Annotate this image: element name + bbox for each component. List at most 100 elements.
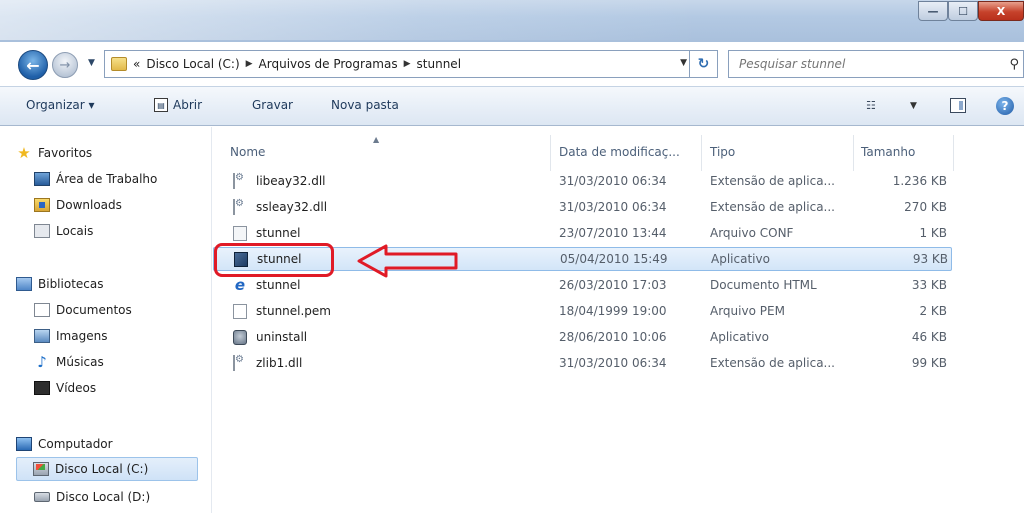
file-row[interactable]: zlib1.dll 31/03/2010 06:34 Extensão de a… xyxy=(213,352,952,376)
uninstall-icon xyxy=(233,330,247,345)
file-date: 26/03/2010 17:03 xyxy=(559,278,667,292)
file-type: Extensão de aplica... xyxy=(710,200,835,214)
conf-file-icon xyxy=(233,226,247,241)
sidebar-item-label: Músicas xyxy=(56,355,104,369)
help-icon[interactable]: ? xyxy=(996,97,1014,115)
sidebar-item-label: Favoritos xyxy=(38,146,93,160)
pictures-icon xyxy=(34,329,50,343)
file-row[interactable]: e stunnel 26/03/2010 17:03 Documento HTM… xyxy=(213,274,952,298)
downloads-folder-icon xyxy=(34,198,50,212)
sidebar-item-area-de-trabalho[interactable]: Área de Trabalho xyxy=(34,167,157,191)
libraries-icon xyxy=(16,277,32,291)
title-bar-glass xyxy=(0,0,700,40)
breadcrumb-stunnel[interactable]: stunnel xyxy=(417,57,462,71)
column-divider[interactable] xyxy=(853,135,854,171)
breadcrumb-separator-icon[interactable]: ▶ xyxy=(404,59,411,69)
file-type: Arquivo PEM xyxy=(710,304,785,318)
column-header-label: Data de modificaç... xyxy=(559,145,680,159)
window-title-bar[interactable]: — ☐ X xyxy=(0,0,1024,42)
file-date: 28/06/2010 10:06 xyxy=(559,330,667,344)
breadcrumb-disco-local-c[interactable]: Disco Local (C:) xyxy=(146,57,239,71)
video-icon xyxy=(34,381,50,395)
folder-icon xyxy=(111,57,127,71)
column-header-name[interactable]: Nome xyxy=(230,139,265,165)
sidebar-item-label: Disco Local (D:) xyxy=(56,490,151,504)
sidebar-item-downloads[interactable]: Downloads xyxy=(34,193,122,217)
breadcrumb-separator-icon[interactable]: ▶ xyxy=(246,59,253,69)
file-name: stunnel xyxy=(256,278,301,292)
recent-pages-dropdown[interactable]: ▼ xyxy=(88,58,95,68)
music-note-icon: ♪ xyxy=(37,353,47,371)
sidebar-item-bibliotecas[interactable]: Bibliotecas xyxy=(16,272,103,296)
dll-icon xyxy=(233,355,235,371)
sidebar-item-favoritos[interactable]: ★ Favoritos xyxy=(16,141,92,165)
gravar-button[interactable]: Gravar xyxy=(252,98,293,112)
dll-icon xyxy=(233,199,235,215)
back-button[interactable]: ← xyxy=(18,50,48,80)
sidebar-item-locais[interactable]: Locais xyxy=(34,219,93,243)
file-type: Aplicativo xyxy=(710,330,769,344)
sidebar-item-disco-local-d[interactable]: Disco Local (D:) xyxy=(34,485,150,509)
sidebar-item-documentos[interactable]: Documentos xyxy=(34,298,132,322)
file-size: 1 KB xyxy=(919,226,947,240)
file-date: 18/04/1999 19:00 xyxy=(559,304,667,318)
arrow-right-icon: → xyxy=(59,57,71,73)
column-header-type[interactable]: Tipo xyxy=(710,139,735,165)
html-document-icon: e xyxy=(234,276,246,294)
column-divider[interactable] xyxy=(550,135,551,171)
abrir-label: Abrir xyxy=(173,98,203,112)
minimize-button[interactable]: — xyxy=(918,1,948,21)
forward-button[interactable]: → xyxy=(52,52,78,78)
maximize-button[interactable]: ☐ xyxy=(948,1,978,21)
column-header-date[interactable]: Data de modificaç... xyxy=(559,139,680,165)
file-row[interactable]: stunnel.pem 18/04/1999 19:00 Arquivo PEM… xyxy=(213,300,952,324)
sidebar-item-computador[interactable]: Computador xyxy=(16,432,113,456)
column-divider[interactable] xyxy=(953,135,954,171)
hard-drive-icon xyxy=(34,492,50,502)
breadcrumb-arquivos-de-programas[interactable]: Arquivos de Programas xyxy=(259,57,398,71)
search-icon[interactable]: ⚲ xyxy=(1009,57,1019,72)
nova-pasta-button[interactable]: Nova pasta xyxy=(331,98,399,112)
navigation-pane: ★ Favoritos Área de Trabalho Downloads L… xyxy=(0,127,212,513)
window-controls: — ☐ X xyxy=(918,0,1024,24)
file-size: 2 KB xyxy=(919,304,947,318)
change-view-icon[interactable]: ☷ xyxy=(866,99,876,112)
search-box[interactable]: ⚲ xyxy=(728,50,1024,78)
breadcrumb-overflow[interactable]: « xyxy=(133,57,140,71)
star-icon: ★ xyxy=(17,144,31,162)
sidebar-item-musicas[interactable]: ♪ Músicas xyxy=(34,350,104,374)
file-size: 1.236 KB xyxy=(892,174,947,188)
file-size: 93 KB xyxy=(912,252,948,266)
file-list: Nome ▲ Data de modificaç... Tipo Tamanho… xyxy=(213,127,1024,513)
file-name: uninstall xyxy=(256,330,308,344)
command-bar: Organizar ▾ ▤ Abrir Gravar Nova pasta ☷ … xyxy=(0,86,1024,126)
file-date: 31/03/2010 06:34 xyxy=(559,356,667,370)
search-input[interactable] xyxy=(739,57,989,71)
abrir-button[interactable]: ▤ Abrir xyxy=(154,98,202,112)
preview-pane-icon[interactable] xyxy=(950,98,966,113)
file-date: 05/04/2010 15:49 xyxy=(560,252,668,266)
address-dropdown-icon[interactable]: ▼ xyxy=(680,58,687,68)
sidebar-item-disco-local-c[interactable]: Disco Local (C:) xyxy=(16,457,198,481)
file-row[interactable]: ssleay32.dll 31/03/2010 06:34 Extensão d… xyxy=(213,196,952,220)
sidebar-item-imagens[interactable]: Imagens xyxy=(34,324,107,348)
organizar-button[interactable]: Organizar ▾ xyxy=(26,98,95,112)
sidebar-item-videos[interactable]: Vídeos xyxy=(34,376,96,400)
file-row[interactable]: uninstall 28/06/2010 10:06 Aplicativo 46… xyxy=(213,326,952,350)
column-divider[interactable] xyxy=(701,135,702,171)
file-type: Arquivo CONF xyxy=(710,226,794,240)
refresh-button[interactable]: ↻ xyxy=(689,50,717,78)
file-name: stunnel xyxy=(256,226,301,240)
address-bar[interactable]: « Disco Local (C:) ▶ Arquivos de Program… xyxy=(104,50,718,78)
file-row[interactable]: libeay32.dll 31/03/2010 06:34 Extensão d… xyxy=(213,170,952,194)
dll-icon xyxy=(233,173,235,189)
file-date: 31/03/2010 06:34 xyxy=(559,200,667,214)
column-header-size[interactable]: Tamanho xyxy=(861,139,915,165)
desktop-icon xyxy=(34,172,50,186)
column-header-label: Nome xyxy=(230,145,266,159)
view-options-dropdown-icon[interactable]: ▼ xyxy=(910,101,917,111)
sidebar-item-label: Bibliotecas xyxy=(38,277,104,291)
documents-icon xyxy=(34,303,50,317)
sidebar-item-label: Locais xyxy=(56,224,94,238)
close-button[interactable]: X xyxy=(978,1,1024,21)
